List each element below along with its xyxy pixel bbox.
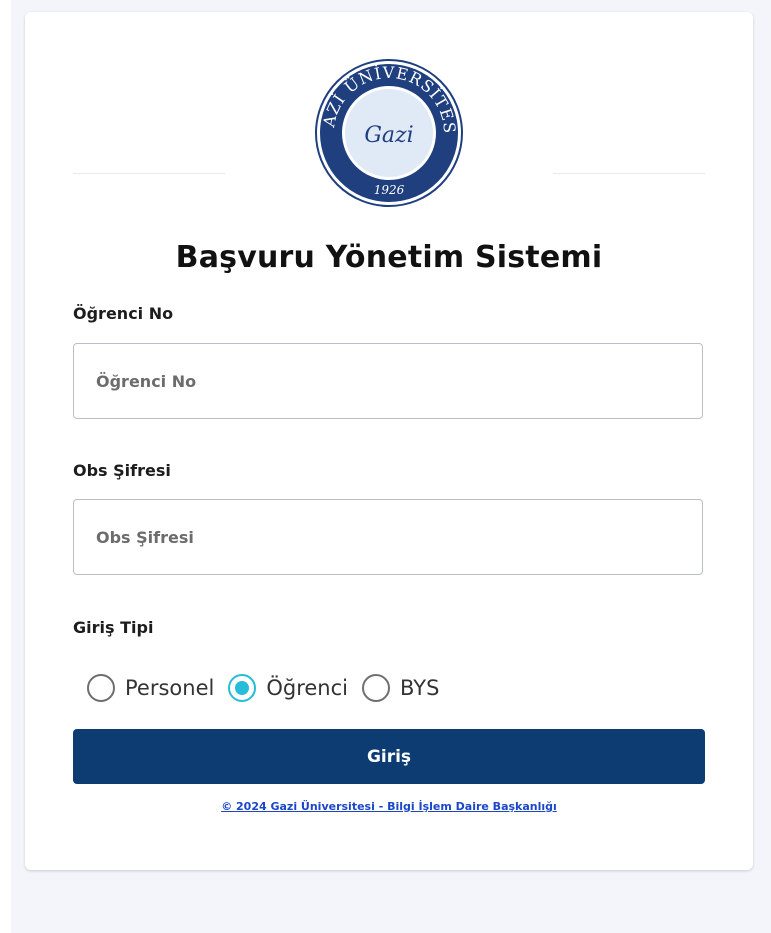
page-left-strip [0, 0, 11, 933]
logo-signature: Gazi [364, 123, 413, 148]
student-no-label: Öğrenci No [73, 304, 174, 323]
radio-selected-dot [235, 681, 250, 695]
radio-label-bys: BYS [399, 676, 440, 700]
password-input[interactable] [73, 499, 703, 575]
footer-link[interactable]: © 2024 Gazi Üniversitesi - Bilgi İşlem D… [25, 800, 753, 813]
page-title: Başvuru Yönetim Sistemi [175, 240, 603, 275]
radio-label-personel: Personel [125, 676, 215, 700]
divider-left [73, 173, 225, 174]
radio-personel[interactable]: Personel [87, 674, 214, 702]
logo-year: 1926 [374, 183, 405, 197]
radio-circle[interactable] [228, 674, 257, 702]
radio-label-ogrenci: Öğrenci [266, 676, 348, 700]
radio-ogrenci[interactable]: Öğrenci [228, 674, 348, 702]
radio-bys[interactable]: BYS [361, 674, 440, 702]
login-button[interactable]: Giriş [73, 729, 705, 784]
radio-circle[interactable] [361, 674, 390, 702]
login-card: GAZİ ÜNİVERSİTESİ Gazi 1926 Başvuru Yöne… [25, 12, 753, 870]
password-label: Obs Şifresi [73, 461, 171, 480]
login-type-label: Giriş Tipi [73, 618, 154, 637]
divider-right [553, 173, 705, 174]
login-type-radio-group: Personel Öğrenci BYS [87, 673, 453, 703]
radio-circle[interactable] [87, 674, 115, 702]
gazi-university-logo: GAZİ ÜNİVERSİTESİ Gazi 1926 [314, 58, 463, 207]
student-no-input[interactable] [73, 343, 703, 419]
